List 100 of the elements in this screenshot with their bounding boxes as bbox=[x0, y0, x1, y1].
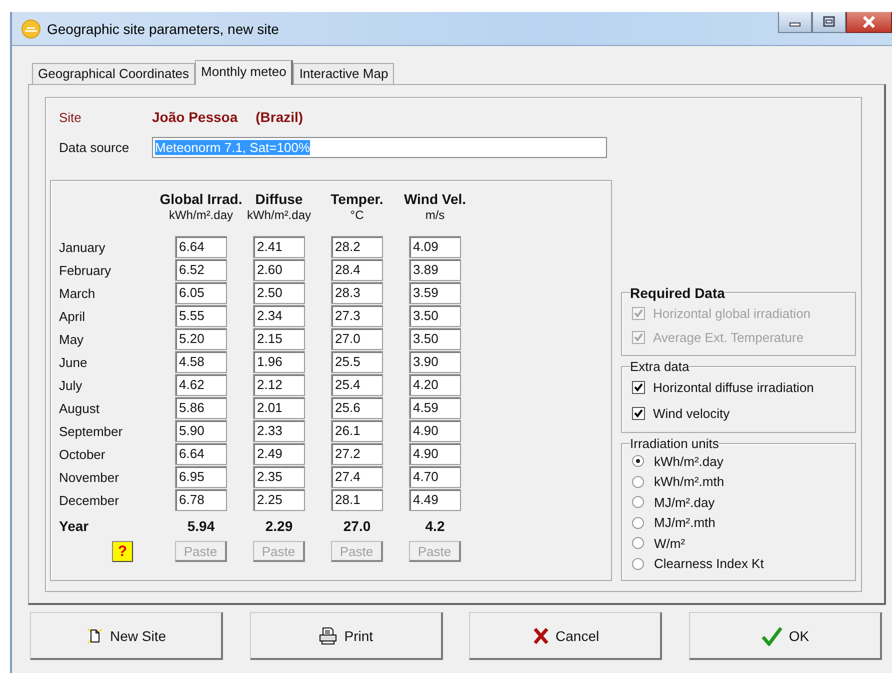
value-field[interactable]: 2.15 bbox=[253, 328, 305, 350]
value-field[interactable]: 4.20 bbox=[409, 374, 461, 396]
radio-label: kWh/m².day bbox=[654, 454, 724, 469]
radio-label: Clearness Index Kt bbox=[654, 556, 764, 572]
radio-button[interactable] bbox=[632, 496, 644, 508]
dialog-button[interactable]: Cancel bbox=[469, 612, 662, 660]
value-field[interactable]: 5.86 bbox=[175, 397, 227, 419]
month-label: October bbox=[59, 446, 106, 462]
tab[interactable]: Interactive Map bbox=[293, 63, 394, 84]
column-unit: °C bbox=[350, 208, 364, 222]
value-field[interactable]: 25.4 bbox=[331, 374, 383, 396]
radio-button[interactable] bbox=[632, 516, 644, 529]
radio-button[interactable] bbox=[632, 476, 644, 488]
value-field[interactable]: 1.96 bbox=[253, 351, 305, 373]
value-field[interactable]: 2.35 bbox=[253, 466, 305, 488]
column-title: Wind Vel. bbox=[404, 191, 466, 207]
value-field[interactable]: 4.62 bbox=[175, 374, 227, 396]
value-field[interactable]: 2.41 bbox=[253, 236, 305, 258]
value-field[interactable]: 2.34 bbox=[253, 305, 305, 327]
window-title: Geographic site parameters, new site bbox=[47, 20, 279, 36]
value-field[interactable]: 28.1 bbox=[331, 489, 383, 511]
value-field[interactable]: 4.59 bbox=[409, 397, 461, 419]
value-field[interactable]: 27.4 bbox=[331, 466, 383, 488]
column-unit: m/s bbox=[425, 208, 445, 222]
value-field[interactable]: 28.3 bbox=[331, 282, 383, 304]
group-title: Required Data bbox=[630, 285, 725, 301]
checkbox-label: Horizontal global irradiation bbox=[653, 306, 811, 320]
minimize-button[interactable] bbox=[778, 12, 812, 33]
value-field[interactable]: 25.5 bbox=[331, 351, 383, 373]
value-field[interactable]: 6.78 bbox=[175, 489, 227, 511]
value-field[interactable]: 4.90 bbox=[409, 443, 461, 465]
sun-icon bbox=[21, 18, 41, 38]
value-field[interactable]: 5.90 bbox=[175, 420, 227, 442]
value-field[interactable]: 6.52 bbox=[175, 259, 227, 281]
radio-label: MJ/m².day bbox=[654, 494, 715, 510]
column-unit: kWh/m².day bbox=[246, 208, 311, 222]
value-field[interactable]: 6.64 bbox=[175, 236, 227, 258]
help-button[interactable]: ? bbox=[112, 541, 133, 562]
radio-button[interactable] bbox=[632, 558, 644, 570]
month-label: September bbox=[59, 424, 124, 438]
month-label: August bbox=[59, 400, 100, 416]
checkbox-label: Horizontal diffuse irradiation bbox=[653, 380, 814, 394]
radio-label: MJ/m².mth bbox=[654, 515, 716, 530]
close-button[interactable] bbox=[846, 12, 892, 33]
value-field[interactable]: 3.59 bbox=[409, 282, 461, 304]
checkbox[interactable] bbox=[632, 380, 645, 394]
value-field[interactable]: 5.55 bbox=[175, 305, 227, 327]
value-field[interactable]: 27.0 bbox=[331, 328, 383, 350]
value-field[interactable]: 2.01 bbox=[253, 397, 305, 419]
group-title: Irradiation units bbox=[630, 436, 719, 451]
value-field[interactable]: 2.49 bbox=[253, 443, 305, 465]
maximize-icon bbox=[822, 16, 836, 28]
cross-icon bbox=[532, 626, 550, 644]
month-label: June bbox=[59, 354, 88, 370]
value-field[interactable]: 3.90 bbox=[409, 351, 461, 373]
dialog-button[interactable]: New Site bbox=[30, 612, 223, 660]
value-field[interactable]: 6.05 bbox=[175, 282, 227, 304]
value-field[interactable]: 2.33 bbox=[253, 420, 305, 442]
document-icon bbox=[86, 626, 104, 644]
radio-button[interactable] bbox=[632, 455, 644, 468]
group-title: Extra data bbox=[630, 359, 690, 374]
year-value: 27.0 bbox=[343, 518, 371, 534]
value-field[interactable]: 6.64 bbox=[175, 443, 227, 465]
value-field[interactable]: 3.89 bbox=[409, 259, 461, 281]
value-field[interactable]: 5.20 bbox=[175, 328, 227, 350]
value-field[interactable]: 4.70 bbox=[409, 466, 461, 488]
value-field[interactable]: 2.25 bbox=[253, 489, 305, 511]
dialog-button[interactable]: Print bbox=[250, 612, 443, 660]
value-field[interactable]: 4.49 bbox=[409, 489, 461, 511]
column-unit: kWh/m².day bbox=[168, 208, 233, 222]
value-field[interactable]: 28.4 bbox=[331, 259, 383, 281]
value-field[interactable]: 2.60 bbox=[253, 259, 305, 281]
value-field[interactable]: 4.58 bbox=[175, 351, 227, 373]
value-field[interactable]: 4.09 bbox=[409, 236, 461, 258]
radio-button[interactable] bbox=[632, 537, 644, 550]
value-field[interactable]: 2.12 bbox=[253, 374, 305, 396]
checkbox[interactable] bbox=[632, 406, 645, 420]
value-field[interactable]: 28.2 bbox=[331, 236, 383, 258]
value-field[interactable]: 27.2 bbox=[331, 443, 383, 465]
month-label: November bbox=[59, 470, 120, 484]
close-icon bbox=[861, 16, 877, 28]
tab[interactable]: Geographical Coordinates bbox=[32, 63, 196, 84]
value-field[interactable]: 25.6 bbox=[331, 397, 383, 419]
value-field[interactable]: 3.50 bbox=[409, 328, 461, 350]
value-field[interactable]: 27.3 bbox=[331, 305, 383, 327]
tab[interactable]: Monthly meteo bbox=[195, 60, 294, 85]
column-title: Global Irrad. bbox=[160, 191, 242, 207]
value-field[interactable]: 2.50 bbox=[253, 282, 305, 304]
month-label: February bbox=[59, 262, 112, 278]
year-value: 5.94 bbox=[187, 518, 215, 534]
value-field[interactable]: 3.50 bbox=[409, 305, 461, 327]
radio-label: W/m² bbox=[654, 536, 686, 551]
maximize-button[interactable] bbox=[812, 12, 846, 33]
value-field[interactable]: 6.95 bbox=[175, 466, 227, 488]
value-field[interactable]: 4.90 bbox=[409, 420, 461, 442]
radio-label: kWh/m².mth bbox=[654, 474, 724, 490]
value-field[interactable]: 26.1 bbox=[331, 420, 383, 442]
year-value: 2.29 bbox=[265, 518, 293, 534]
month-label: July bbox=[59, 378, 84, 392]
dialog-button[interactable]: OK bbox=[688, 612, 882, 660]
